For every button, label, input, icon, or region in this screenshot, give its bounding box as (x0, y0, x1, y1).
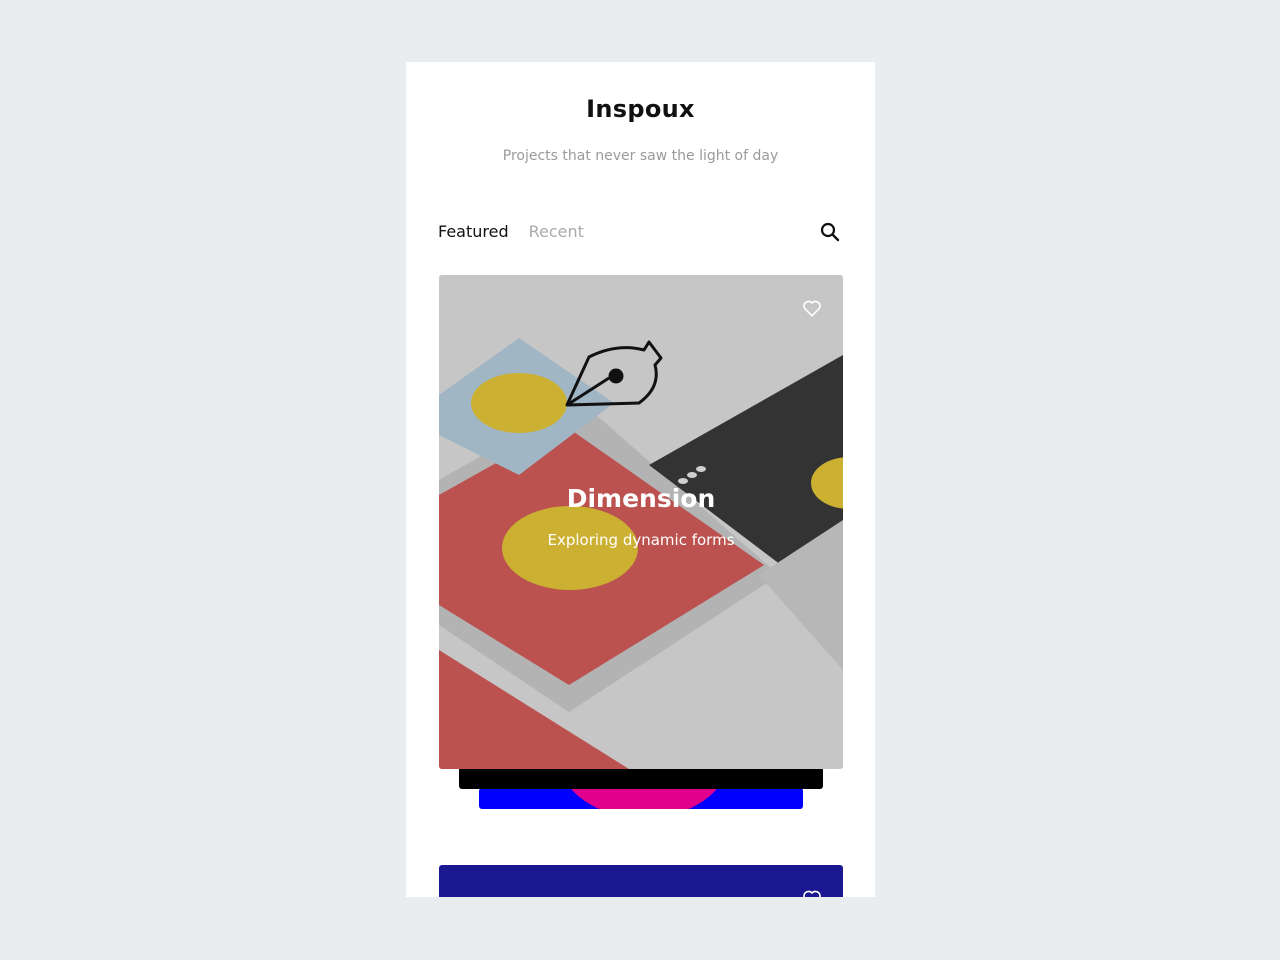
heart-icon[interactable] (801, 297, 823, 319)
tab-recent[interactable]: Recent (529, 222, 584, 241)
project-card-2[interactable] (439, 865, 843, 897)
search-icon[interactable] (819, 221, 841, 243)
tab-bar: Featured Recent (438, 222, 584, 241)
stacked-card-middle (459, 767, 823, 789)
stacked-card-back (479, 788, 803, 809)
tab-featured[interactable]: Featured (438, 222, 509, 241)
app-subtitle: Projects that never saw the light of day (502, 148, 779, 164)
card-subtitle: Exploring dynamic forms (547, 531, 735, 549)
heart-icon[interactable] (801, 887, 823, 897)
card-title: Dimension (566, 484, 716, 513)
project-card[interactable]: Dimension Exploring dynamic forms (439, 275, 843, 769)
app-title: Inspoux (586, 95, 695, 123)
app-screen: Inspoux Projects that never saw the ligh… (406, 62, 875, 897)
card-artwork (439, 275, 843, 769)
